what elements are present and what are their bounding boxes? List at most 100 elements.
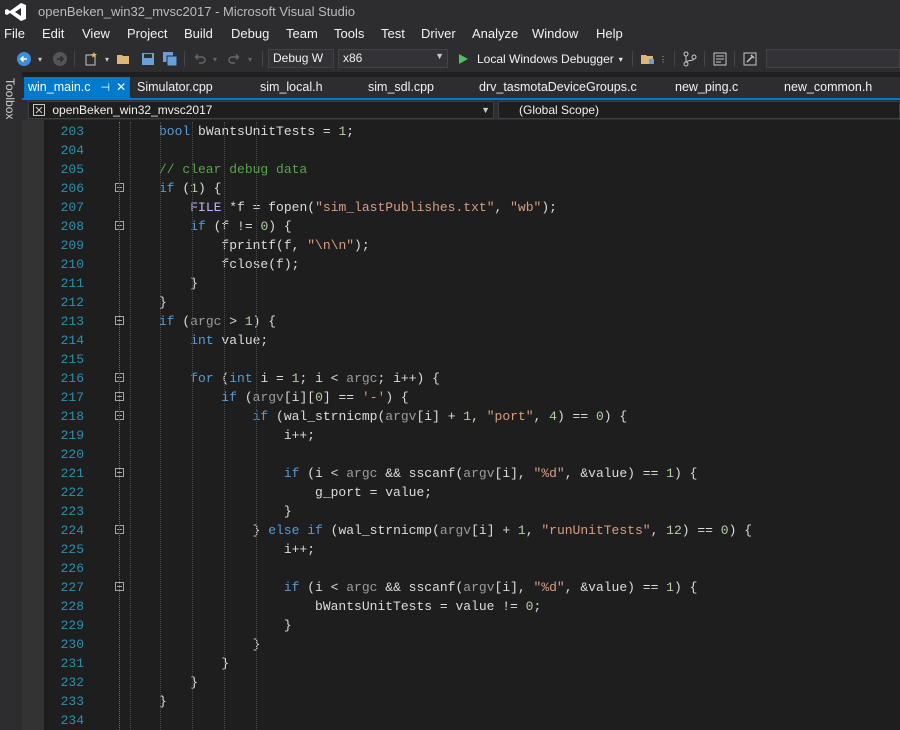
code-line[interactable]: 231 } bbox=[0, 654, 900, 673]
tab-new-common-h[interactable]: new_common.h bbox=[784, 77, 872, 98]
code-line[interactable]: 210 fclose(f); bbox=[0, 255, 900, 274]
code-line[interactable]: 222 g_port = value; bbox=[0, 483, 900, 502]
code-line[interactable]: 207 FILE *f = fopen("sim_lastPublishes.t… bbox=[0, 198, 900, 217]
code-line[interactable]: 208 if (f != 0) { bbox=[0, 217, 900, 236]
undo-button[interactable] bbox=[190, 49, 210, 69]
solution-configuration-select[interactable]: Debug W bbox=[268, 49, 334, 68]
menu-project[interactable]: Project bbox=[127, 26, 167, 41]
menu-driver[interactable]: Driver bbox=[421, 26, 456, 41]
tab-sim-sdl-cpp[interactable]: sim_sdl.cpp bbox=[368, 77, 434, 98]
tab-simulator-cpp[interactable]: Simulator.cpp bbox=[137, 77, 213, 98]
toolbar-separator bbox=[262, 51, 263, 67]
code-line[interactable]: 229 } bbox=[0, 616, 900, 635]
tab-drv-tasmota-device-groups-c[interactable]: drv_tasmotaDeviceGroups.c bbox=[479, 77, 637, 98]
code-line[interactable]: 230 } bbox=[0, 635, 900, 654]
code-line[interactable]: 211 } bbox=[0, 274, 900, 293]
menu-view[interactable]: View bbox=[82, 26, 110, 41]
scope-name: (Global Scope) bbox=[519, 103, 600, 117]
code-text: if (1) { bbox=[159, 181, 222, 196]
code-line[interactable]: 205 // clear debug data bbox=[0, 160, 900, 179]
menu-debug[interactable]: Debug bbox=[231, 26, 269, 41]
quick-launch-input[interactable] bbox=[766, 49, 900, 68]
chevron-down-icon: ▼ bbox=[481, 105, 490, 115]
tab-win-main-c[interactable]: win_main.c ⊣ ✕ bbox=[24, 77, 131, 98]
code-line[interactable]: 225 i++; bbox=[0, 540, 900, 559]
menu-help[interactable]: Help bbox=[596, 26, 623, 41]
redo-button[interactable] bbox=[224, 49, 244, 69]
tab-sim-local-h[interactable]: sim_local.h bbox=[260, 77, 323, 98]
find-in-files-button[interactable] bbox=[638, 49, 658, 69]
code-line[interactable]: 215 bbox=[0, 350, 900, 369]
new-dropdown-icon[interactable]: ▾ bbox=[103, 49, 111, 69]
menu-analyze[interactable]: Analyze bbox=[472, 26, 518, 41]
line-number: 209 bbox=[60, 238, 84, 253]
line-number: 219 bbox=[60, 428, 84, 443]
line-number: 203 bbox=[60, 124, 84, 139]
back-button[interactable] bbox=[14, 49, 34, 69]
forward-button[interactable] bbox=[50, 49, 70, 69]
code-text: for (int i = 1; i < argc; i++) { bbox=[190, 371, 440, 386]
code-line[interactable]: 224 } else if (wal_strnicmp(argv[i] + 1,… bbox=[0, 521, 900, 540]
menu-file[interactable]: File bbox=[4, 26, 25, 41]
code-line[interactable]: 204 bbox=[0, 141, 900, 160]
pin-icon[interactable]: ⊣ bbox=[101, 82, 111, 94]
save-all-button[interactable] bbox=[160, 49, 180, 69]
find-dropdown-icon[interactable]: ⋮ bbox=[659, 49, 667, 69]
code-line[interactable]: 212} bbox=[0, 293, 900, 312]
menu-test[interactable]: Test bbox=[381, 26, 405, 41]
menu-build[interactable]: Build bbox=[184, 26, 213, 41]
project-dropdown[interactable]: openBeken_win32_mvsc2017 ▼ bbox=[28, 101, 494, 119]
code-line[interactable]: 218 if (wal_strnicmp(argv[i] + 1, "port"… bbox=[0, 407, 900, 426]
wrench-icon bbox=[743, 52, 757, 66]
code-line[interactable]: 221 if (i < argc && sscanf(argv[i], "%d"… bbox=[0, 464, 900, 483]
tab-new-ping-c[interactable]: new_ping.c bbox=[675, 77, 738, 98]
close-icon[interactable]: ✕ bbox=[116, 80, 126, 94]
code-text: } bbox=[159, 656, 230, 671]
code-text: } else if (wal_strnicmp(argv[i] + 1, "ru… bbox=[159, 523, 753, 538]
code-line[interactable]: 216 for (int i = 1; i < argc; i++) { bbox=[0, 369, 900, 388]
code-line[interactable]: 217 if (argv[i][0] == '-') { bbox=[0, 388, 900, 407]
settings-button[interactable] bbox=[740, 49, 760, 69]
line-number: 224 bbox=[60, 523, 84, 538]
code-text: bWantsUnitTests = value != 0; bbox=[159, 599, 542, 614]
code-line[interactable]: 203 bool bWantsUnitTests = 1; bbox=[0, 122, 900, 141]
start-debugging-button[interactable]: Local Windows Debugger ▾ bbox=[456, 49, 632, 69]
back-dropdown-icon[interactable]: ▾ bbox=[36, 49, 44, 69]
code-line[interactable]: 234 bbox=[0, 711, 900, 730]
git-branch-button[interactable] bbox=[680, 49, 700, 69]
save-button[interactable] bbox=[138, 49, 158, 69]
code-line[interactable]: 206 if (1) { bbox=[0, 179, 900, 198]
redo-dropdown-icon[interactable]: ▾ bbox=[246, 49, 254, 69]
code-line[interactable]: 213 if (argc > 1) { bbox=[0, 312, 900, 331]
project-icon bbox=[33, 104, 45, 116]
toolbar: ▾ ▾ ▾ ▾ Debug W x86 ▼ Local Windows Debu… bbox=[0, 46, 900, 72]
line-number: 213 bbox=[60, 314, 84, 329]
forward-arrow-icon bbox=[53, 52, 67, 66]
code-line[interactable]: 220 bbox=[0, 445, 900, 464]
toolbar-separator bbox=[704, 51, 705, 67]
visual-studio-logo-icon bbox=[5, 3, 26, 21]
solution-platform-select[interactable]: x86 ▼ bbox=[338, 49, 448, 68]
toolbar-separator bbox=[734, 51, 735, 67]
code-line[interactable]: 223 } bbox=[0, 502, 900, 521]
menu-tools[interactable]: Tools bbox=[334, 26, 364, 41]
menu-window[interactable]: Window bbox=[532, 26, 578, 41]
code-line[interactable]: 226 bbox=[0, 559, 900, 578]
code-line[interactable]: 227 if (i < argc && sscanf(argv[i], "%d"… bbox=[0, 578, 900, 597]
menu-edit[interactable]: Edit bbox=[42, 26, 64, 41]
comment-button[interactable] bbox=[710, 49, 730, 69]
undo-dropdown-icon[interactable]: ▾ bbox=[211, 49, 219, 69]
scope-dropdown[interactable]: (Global Scope) bbox=[498, 101, 900, 119]
code-text: if (i < argc && sscanf(argv[i], "%d", &v… bbox=[283, 466, 698, 481]
code-line[interactable]: 209 fprintf(f, "\n\n"); bbox=[0, 236, 900, 255]
debugger-dropdown-icon[interactable]: ▾ bbox=[619, 55, 623, 64]
code-line[interactable]: 214 int value; bbox=[0, 331, 900, 350]
menu-team[interactable]: Team bbox=[286, 26, 318, 41]
code-line[interactable]: 219 i++; bbox=[0, 426, 900, 445]
open-file-button[interactable] bbox=[114, 49, 134, 69]
code-line[interactable]: 232 } bbox=[0, 673, 900, 692]
toolbox-label[interactable]: Toolbox bbox=[3, 78, 17, 119]
new-project-button[interactable] bbox=[80, 49, 102, 69]
code-line[interactable]: 233} bbox=[0, 692, 900, 711]
code-line[interactable]: 228 bWantsUnitTests = value != 0; bbox=[0, 597, 900, 616]
